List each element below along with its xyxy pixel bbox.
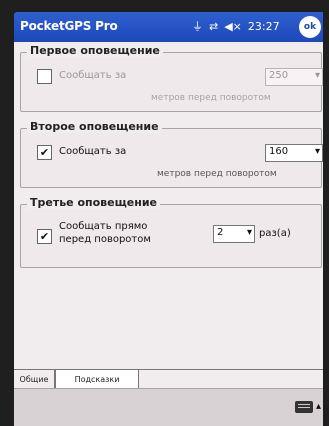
sync-icon[interactable]: ⇄ <box>209 20 218 33</box>
tab-hints[interactable]: Подсказки <box>55 370 139 389</box>
check-icon: ✔ <box>39 230 50 243</box>
app-title: PocketGPS Pro <box>20 19 118 33</box>
chevron-down-icon: ▾ <box>314 70 320 81</box>
chevron-down-icon: ▾ <box>314 146 320 157</box>
first-alert-distance-select[interactable]: 250 ▾ <box>265 68 323 86</box>
tab-general[interactable]: Общие <box>14 370 55 388</box>
first-alert-title: Первое оповещение <box>27 44 163 57</box>
check-icon: ✔ <box>39 146 50 159</box>
first-alert-checkbox[interactable] <box>37 69 52 84</box>
first-alert-group: Первое оповещение Сообщать за 250 ▾ метр… <box>20 44 323 112</box>
chevron-down-icon: ▾ <box>246 227 252 238</box>
device-screen: PocketGPS Pro ⏚ ⇄ ◀× 23:27 ok Первое опо… <box>14 12 323 426</box>
third-alert-label-line1: Сообщать прямо <box>59 221 148 232</box>
second-alert-distance-value: 160 <box>269 146 289 157</box>
third-alert-count-value: 2 <box>217 227 224 238</box>
signal-icon[interactable]: ⏚ <box>192 18 203 34</box>
third-alert-label-line2: перед поворотом <box>59 234 151 245</box>
second-alert-distance-select[interactable]: 160 ▾ <box>265 144 323 162</box>
volume-icon[interactable]: ◀× <box>224 20 242 33</box>
second-alert-label: Сообщать за <box>59 146 127 157</box>
second-alert-group: Второе оповещение ✔ Сообщать за 160 ▾ ме… <box>20 120 323 188</box>
tab-strip: Общие Подсказки <box>14 369 323 389</box>
ok-button[interactable]: ok <box>299 16 321 38</box>
keyboard-icon[interactable] <box>295 401 313 413</box>
second-alert-title: Второе оповещение <box>27 120 162 133</box>
title-bar: PocketGPS Pro ⏚ ⇄ ◀× 23:27 ok <box>14 12 323 42</box>
first-alert-label: Сообщать за <box>59 70 127 81</box>
second-alert-checkbox[interactable]: ✔ <box>37 145 52 160</box>
chevron-up-icon[interactable]: ▴ <box>316 401 321 412</box>
third-alert-title: Третье оповещение <box>27 196 160 209</box>
status-icons: ⏚ ⇄ ◀× 23:27 <box>192 18 280 34</box>
second-alert-meters-text: метров перед поворотом <box>157 169 277 179</box>
third-alert-checkbox[interactable]: ✔ <box>37 229 52 244</box>
third-alert-count-select[interactable]: 2 ▾ <box>213 225 255 243</box>
third-alert-unit: раз(а) <box>259 228 291 239</box>
third-alert-group: Третье оповещение ✔ Сообщать прямо перед… <box>20 196 322 268</box>
clock[interactable]: 23:27 <box>248 20 280 33</box>
first-alert-meters-text: метров перед поворотом <box>151 93 271 103</box>
first-alert-distance-value: 250 <box>269 70 289 81</box>
command-bar: ▴ <box>14 388 323 426</box>
